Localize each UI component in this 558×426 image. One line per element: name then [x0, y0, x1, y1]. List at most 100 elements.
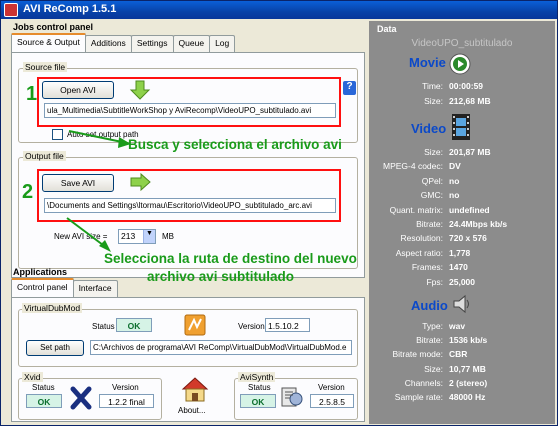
data-row: Quant. matrix: undefined: [369, 205, 555, 217]
data-row-key: Frames:: [411, 262, 443, 273]
tab-settings[interactable]: Settings: [130, 35, 174, 52]
virtualdub-icon: [184, 314, 206, 336]
data-row-value: 1536 kb/s: [449, 335, 488, 346]
step-2-number: 2: [22, 181, 34, 203]
data-row-value: 2 (stereo): [449, 377, 488, 388]
data-row-value: no: [449, 190, 460, 201]
data-row-key: Type:: [422, 321, 443, 331]
movie-heading: Movie: [409, 55, 446, 70]
save-avi-button[interactable]: Save AVI: [42, 174, 114, 192]
tab-queue[interactable]: Queue: [172, 35, 211, 52]
data-row: Size: 201,87 MB: [369, 147, 555, 159]
data-row-key: MPEG-4 codec:: [383, 161, 443, 172]
data-row-key: Quant. matrix:: [389, 204, 443, 215]
data-row-key: Resolution:: [400, 233, 443, 244]
data-row-value: 00:00:59: [449, 81, 484, 91]
data-row: Sample rate: 48000 Hz: [369, 392, 555, 404]
title-bar[interactable]: AVI ReComp 1.5.1: [1, 1, 557, 19]
xvid-version-label: Version: [112, 383, 139, 392]
film-strip-icon: [452, 114, 470, 140]
data-row: MPEG-4 codec: DV: [369, 161, 555, 173]
data-row-value: 1,778: [449, 247, 471, 258]
jobs-tabs: Source & Output Additions Settings Queue…: [11, 33, 236, 52]
annotation-text-1: Busca y selecciona el archivo avi: [128, 137, 342, 152]
help-icon[interactable]: ?: [343, 81, 356, 95]
data-row-value: 10,77 MB: [449, 363, 486, 374]
data-row: GMC: no: [369, 190, 555, 202]
vdm-path-field[interactable]: C:\Archivos de programa\AVI ReComp\Virtu…: [90, 340, 352, 355]
data-row-value: 25,000: [449, 276, 475, 287]
data-row-value: no: [449, 175, 460, 186]
window-title: AVI ReComp 1.5.1: [23, 3, 117, 15]
left-panel: Jobs control panel Source & Output Addit…: [7, 21, 367, 424]
data-row-value: 48000 Hz: [449, 392, 486, 402]
app-icon: [4, 3, 18, 17]
data-row-value: undefined: [449, 204, 490, 215]
apps-tabs: Control panel Interface: [11, 278, 118, 297]
vdm-status-badge: OK: [116, 318, 152, 332]
annotation-arrow-2: [66, 217, 111, 252]
data-row-value: 24.4Mbps kb/s: [449, 219, 508, 229]
data-row: Time: 00:00:59: [369, 81, 555, 93]
about-label[interactable]: About...: [178, 406, 206, 415]
control-panel: VirtualDubMod Status OK Version 1.5.10.2…: [11, 297, 365, 422]
data-row-key: Bitrate:: [416, 335, 443, 346]
about-house-icon[interactable]: [180, 375, 210, 403]
data-row-key: Fps:: [426, 276, 443, 287]
data-row-key: Bitrate:: [416, 219, 443, 229]
source-file-label: Source file: [23, 62, 68, 72]
chevron-down-icon[interactable]: ▼: [143, 230, 155, 243]
vdm-version-label: Version: [238, 322, 265, 331]
data-row-value: 1470: [449, 262, 468, 273]
xvid-version-field: 1.2.2 final: [99, 394, 154, 408]
avisynth-status-badge: OK: [240, 394, 276, 408]
data-row: Size: 10,77 MB: [369, 364, 555, 376]
play-icon: [449, 53, 471, 75]
jobs-title: Jobs control panel: [13, 22, 94, 32]
data-row: Resolution: 720 x 576: [369, 233, 555, 245]
tab-log[interactable]: Log: [209, 35, 236, 52]
data-row-key: Aspect ratio:: [395, 247, 443, 258]
data-row: Bitrate mode: CBR: [369, 349, 555, 361]
avisynth-version-field: 2.5.8.5: [310, 394, 354, 408]
data-row-key: Size:: [424, 95, 443, 106]
data-row: Channels: 2 (stereo): [369, 378, 555, 390]
annotation-text-2b: archivo avi subtitulado: [147, 269, 295, 284]
data-row-key: GMC:: [420, 190, 443, 201]
data-filename: VideoUPO_subtitulado: [411, 38, 513, 49]
tab-interface[interactable]: Interface: [72, 280, 118, 297]
xvid-label: Xvid: [22, 372, 43, 382]
tab-source-output[interactable]: Source & Output: [11, 33, 86, 52]
data-row-key: Size:: [424, 147, 443, 157]
open-avi-button[interactable]: Open AVI: [42, 81, 114, 99]
xvid-icon: [70, 386, 92, 410]
avisynth-icon: [281, 387, 303, 407]
set-path-button[interactable]: Set path: [26, 340, 84, 356]
autoset-checkbox[interactable]: [52, 129, 63, 140]
data-row-key: QPel:: [421, 175, 443, 186]
data-panel: Data VideoUPO_subtitulado Movie Time: 00:…: [369, 21, 555, 424]
data-row-value: 720 x 576: [449, 233, 487, 244]
avi-size-unit: MB: [162, 232, 174, 241]
main-window: AVI ReComp 1.5.1 Jobs control panel Sour…: [0, 0, 558, 426]
source-path-field[interactable]: ula_Multimedia\SubtitleWorkShop y AviRec…: [44, 103, 336, 118]
arrow-down-icon: [129, 80, 151, 100]
xvid-status-label: Status: [32, 383, 55, 392]
data-row: Bitrate: 24.4Mbps kb/s: [369, 219, 555, 231]
video-heading: Video: [411, 121, 447, 136]
data-row: QPel: no: [369, 176, 555, 188]
output-path-field[interactable]: \Documents and Settings\ltormau\Escritor…: [44, 198, 336, 213]
tab-additions[interactable]: Additions: [84, 35, 132, 52]
annotation-text-2a: Selecciona la ruta de destino del nuevo: [104, 251, 357, 266]
speaker-icon: [453, 294, 469, 314]
data-row: Aspect ratio: 1,778: [369, 248, 555, 260]
data-row-value: CBR: [449, 349, 468, 360]
tab-control-panel[interactable]: Control panel: [11, 278, 74, 297]
vdm-status-label: Status: [92, 322, 115, 331]
data-row-value: 201,87 MB: [449, 147, 491, 157]
data-row-value: DV: [449, 161, 461, 172]
xvid-status-badge: OK: [26, 394, 62, 408]
avi-size-value: 213: [121, 231, 136, 241]
data-row: Type: wav: [369, 321, 555, 333]
avi-size-select[interactable]: 213 ▼: [118, 229, 156, 244]
